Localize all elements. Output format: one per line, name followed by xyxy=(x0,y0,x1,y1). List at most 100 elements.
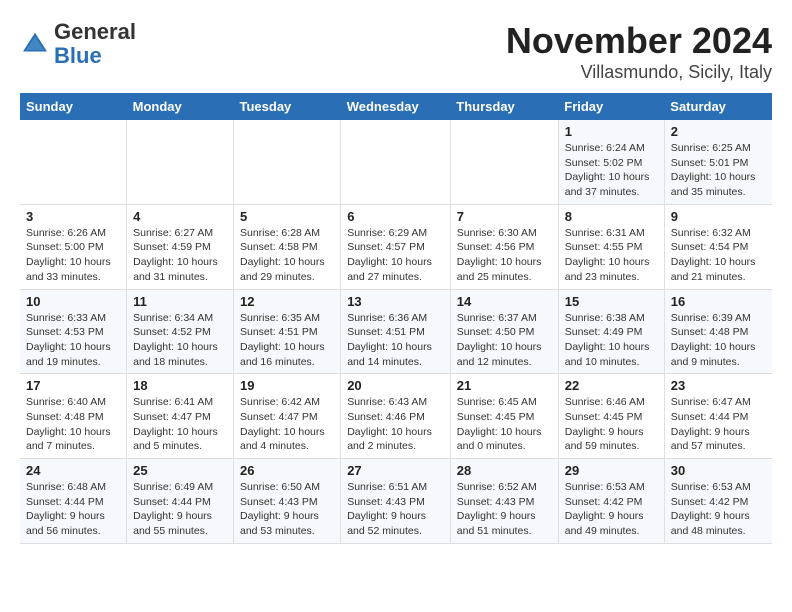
calendar-cell: 30 Sunrise: 6:53 AM Sunset: 4:42 PM Dayli… xyxy=(664,459,772,544)
calendar-cell: 18 Sunrise: 6:41 AM Sunset: 4:47 PM Dayli… xyxy=(127,374,234,459)
day-number: 26 xyxy=(240,463,334,478)
page-header: General Blue November 2024 Villasmundo, … xyxy=(20,20,772,83)
location-title: Villasmundo, Sicily, Italy xyxy=(506,62,772,83)
calendar-cell xyxy=(341,120,451,204)
calendar-cell: 23 Sunrise: 6:47 AM Sunset: 4:44 PM Dayli… xyxy=(664,374,772,459)
day-number: 18 xyxy=(133,378,227,393)
day-info: Sunrise: 6:25 AM Sunset: 5:01 PM Dayligh… xyxy=(671,141,766,200)
calendar-cell: 14 Sunrise: 6:37 AM Sunset: 4:50 PM Dayli… xyxy=(450,289,558,374)
day-info: Sunrise: 6:30 AM Sunset: 4:56 PM Dayligh… xyxy=(457,226,552,285)
calendar-cell: 15 Sunrise: 6:38 AM Sunset: 4:49 PM Dayli… xyxy=(558,289,664,374)
day-info: Sunrise: 6:52 AM Sunset: 4:43 PM Dayligh… xyxy=(457,480,552,539)
day-number: 5 xyxy=(240,209,334,224)
weekday-header-saturday: Saturday xyxy=(664,93,772,120)
day-number: 11 xyxy=(133,294,227,309)
day-number: 12 xyxy=(240,294,334,309)
day-info: Sunrise: 6:47 AM Sunset: 4:44 PM Dayligh… xyxy=(671,395,766,454)
day-info: Sunrise: 6:39 AM Sunset: 4:48 PM Dayligh… xyxy=(671,311,766,370)
logo-general-text: General xyxy=(54,19,136,44)
day-number: 24 xyxy=(26,463,120,478)
calendar-cell: 20Sunrise: 6:43 AM Sunset: 4:46 PM Dayli… xyxy=(341,374,451,459)
day-info: Sunrise: 6:41 AM Sunset: 4:47 PM Dayligh… xyxy=(133,395,227,454)
day-number: 21 xyxy=(457,378,552,393)
title-block: November 2024 Villasmundo, Sicily, Italy xyxy=(506,20,772,83)
logo: General Blue xyxy=(20,20,136,68)
day-number: 16 xyxy=(671,294,766,309)
day-info: Sunrise: 6:49 AM Sunset: 4:44 PM Dayligh… xyxy=(133,480,227,539)
day-info: Sunrise: 6:53 AM Sunset: 4:42 PM Dayligh… xyxy=(671,480,766,539)
day-info: Sunrise: 6:29 AM Sunset: 4:57 PM Dayligh… xyxy=(347,226,444,285)
day-info: Sunrise: 6:42 AM Sunset: 4:47 PM Dayligh… xyxy=(240,395,334,454)
weekday-header-sunday: Sunday xyxy=(20,93,127,120)
weekday-header-row: SundayMondayTuesdayWednesdayThursdayFrid… xyxy=(20,93,772,120)
calendar-cell: 19Sunrise: 6:42 AM Sunset: 4:47 PM Dayli… xyxy=(234,374,341,459)
day-info: Sunrise: 6:35 AM Sunset: 4:51 PM Dayligh… xyxy=(240,311,334,370)
day-number: 7 xyxy=(457,209,552,224)
calendar-cell: 7 Sunrise: 6:30 AM Sunset: 4:56 PM Daylig… xyxy=(450,204,558,289)
calendar-cell: 25Sunrise: 6:49 AM Sunset: 4:44 PM Dayli… xyxy=(127,459,234,544)
logo-icon xyxy=(20,29,50,59)
day-number: 23 xyxy=(671,378,766,393)
calendar-cell: 27 Sunrise: 6:51 AM Sunset: 4:43 PM Dayli… xyxy=(341,459,451,544)
calendar-cell: 4Sunrise: 6:27 AM Sunset: 4:59 PM Daylig… xyxy=(127,204,234,289)
calendar-cell: 22 Sunrise: 6:46 AM Sunset: 4:45 PM Dayli… xyxy=(558,374,664,459)
day-number: 10 xyxy=(26,294,120,309)
day-number: 9 xyxy=(671,209,766,224)
day-number: 2 xyxy=(671,124,766,139)
day-number: 15 xyxy=(565,294,658,309)
day-number: 28 xyxy=(457,463,552,478)
day-info: Sunrise: 6:38 AM Sunset: 4:49 PM Dayligh… xyxy=(565,311,658,370)
day-number: 17 xyxy=(26,378,120,393)
day-info: Sunrise: 6:26 AM Sunset: 5:00 PM Dayligh… xyxy=(26,226,120,285)
day-info: Sunrise: 6:33 AM Sunset: 4:53 PM Dayligh… xyxy=(26,311,120,370)
day-info: Sunrise: 6:45 AM Sunset: 4:45 PM Dayligh… xyxy=(457,395,552,454)
day-info: Sunrise: 6:36 AM Sunset: 4:51 PM Dayligh… xyxy=(347,311,444,370)
day-number: 22 xyxy=(565,378,658,393)
day-number: 6 xyxy=(347,209,444,224)
calendar-week-row: 1 Sunrise: 6:24 AM Sunset: 5:02 PM Daylig… xyxy=(20,120,772,204)
day-info: Sunrise: 6:46 AM Sunset: 4:45 PM Dayligh… xyxy=(565,395,658,454)
calendar-cell xyxy=(234,120,341,204)
calendar-cell: 28 Sunrise: 6:52 AM Sunset: 4:43 PM Dayli… xyxy=(450,459,558,544)
calendar-cell: 2 Sunrise: 6:25 AM Sunset: 5:01 PM Daylig… xyxy=(664,120,772,204)
day-info: Sunrise: 6:34 AM Sunset: 4:52 PM Dayligh… xyxy=(133,311,227,370)
day-info: Sunrise: 6:53 AM Sunset: 4:42 PM Dayligh… xyxy=(565,480,658,539)
day-info: Sunrise: 6:24 AM Sunset: 5:02 PM Dayligh… xyxy=(565,141,658,200)
day-info: Sunrise: 6:51 AM Sunset: 4:43 PM Dayligh… xyxy=(347,480,444,539)
calendar-cell: 10 Sunrise: 6:33 AM Sunset: 4:53 PM Dayli… xyxy=(20,289,127,374)
calendar-week-row: 3 Sunrise: 6:26 AM Sunset: 5:00 PM Daylig… xyxy=(20,204,772,289)
logo-blue-text: Blue xyxy=(54,43,102,68)
calendar-cell: 6 Sunrise: 6:29 AM Sunset: 4:57 PM Daylig… xyxy=(341,204,451,289)
weekday-header-monday: Monday xyxy=(127,93,234,120)
day-number: 30 xyxy=(671,463,766,478)
weekday-header-friday: Friday xyxy=(558,93,664,120)
calendar-cell: 3 Sunrise: 6:26 AM Sunset: 5:00 PM Daylig… xyxy=(20,204,127,289)
day-info: Sunrise: 6:37 AM Sunset: 4:50 PM Dayligh… xyxy=(457,311,552,370)
calendar-cell: 11 Sunrise: 6:34 AM Sunset: 4:52 PM Dayli… xyxy=(127,289,234,374)
calendar-cell: 29 Sunrise: 6:53 AM Sunset: 4:42 PM Dayli… xyxy=(558,459,664,544)
day-info: Sunrise: 6:48 AM Sunset: 4:44 PM Dayligh… xyxy=(26,480,120,539)
calendar-cell: 1 Sunrise: 6:24 AM Sunset: 5:02 PM Daylig… xyxy=(558,120,664,204)
day-number: 29 xyxy=(565,463,658,478)
calendar-cell: 21 Sunrise: 6:45 AM Sunset: 4:45 PM Dayli… xyxy=(450,374,558,459)
day-number: 8 xyxy=(565,209,658,224)
day-info: Sunrise: 6:31 AM Sunset: 4:55 PM Dayligh… xyxy=(565,226,658,285)
day-number: 3 xyxy=(26,209,120,224)
day-number: 14 xyxy=(457,294,552,309)
weekday-header-wednesday: Wednesday xyxy=(341,93,451,120)
calendar-cell: 26Sunrise: 6:50 AM Sunset: 4:43 PM Dayli… xyxy=(234,459,341,544)
calendar-cell: 13 Sunrise: 6:36 AM Sunset: 4:51 PM Dayli… xyxy=(341,289,451,374)
calendar-cell: 5Sunrise: 6:28 AM Sunset: 4:58 PM Daylig… xyxy=(234,204,341,289)
day-number: 13 xyxy=(347,294,444,309)
weekday-header-thursday: Thursday xyxy=(450,93,558,120)
day-info: Sunrise: 6:43 AM Sunset: 4:46 PM Dayligh… xyxy=(347,395,444,454)
day-number: 1 xyxy=(565,124,658,139)
weekday-header-tuesday: Tuesday xyxy=(234,93,341,120)
day-number: 4 xyxy=(133,209,227,224)
calendar-cell xyxy=(127,120,234,204)
calendar-cell: 16 Sunrise: 6:39 AM Sunset: 4:48 PM Dayli… xyxy=(664,289,772,374)
day-number: 27 xyxy=(347,463,444,478)
calendar-week-row: 17Sunrise: 6:40 AM Sunset: 4:48 PM Dayli… xyxy=(20,374,772,459)
calendar-table: SundayMondayTuesdayWednesdayThursdayFrid… xyxy=(20,93,772,544)
calendar-week-row: 24 Sunrise: 6:48 AM Sunset: 4:44 PM Dayli… xyxy=(20,459,772,544)
